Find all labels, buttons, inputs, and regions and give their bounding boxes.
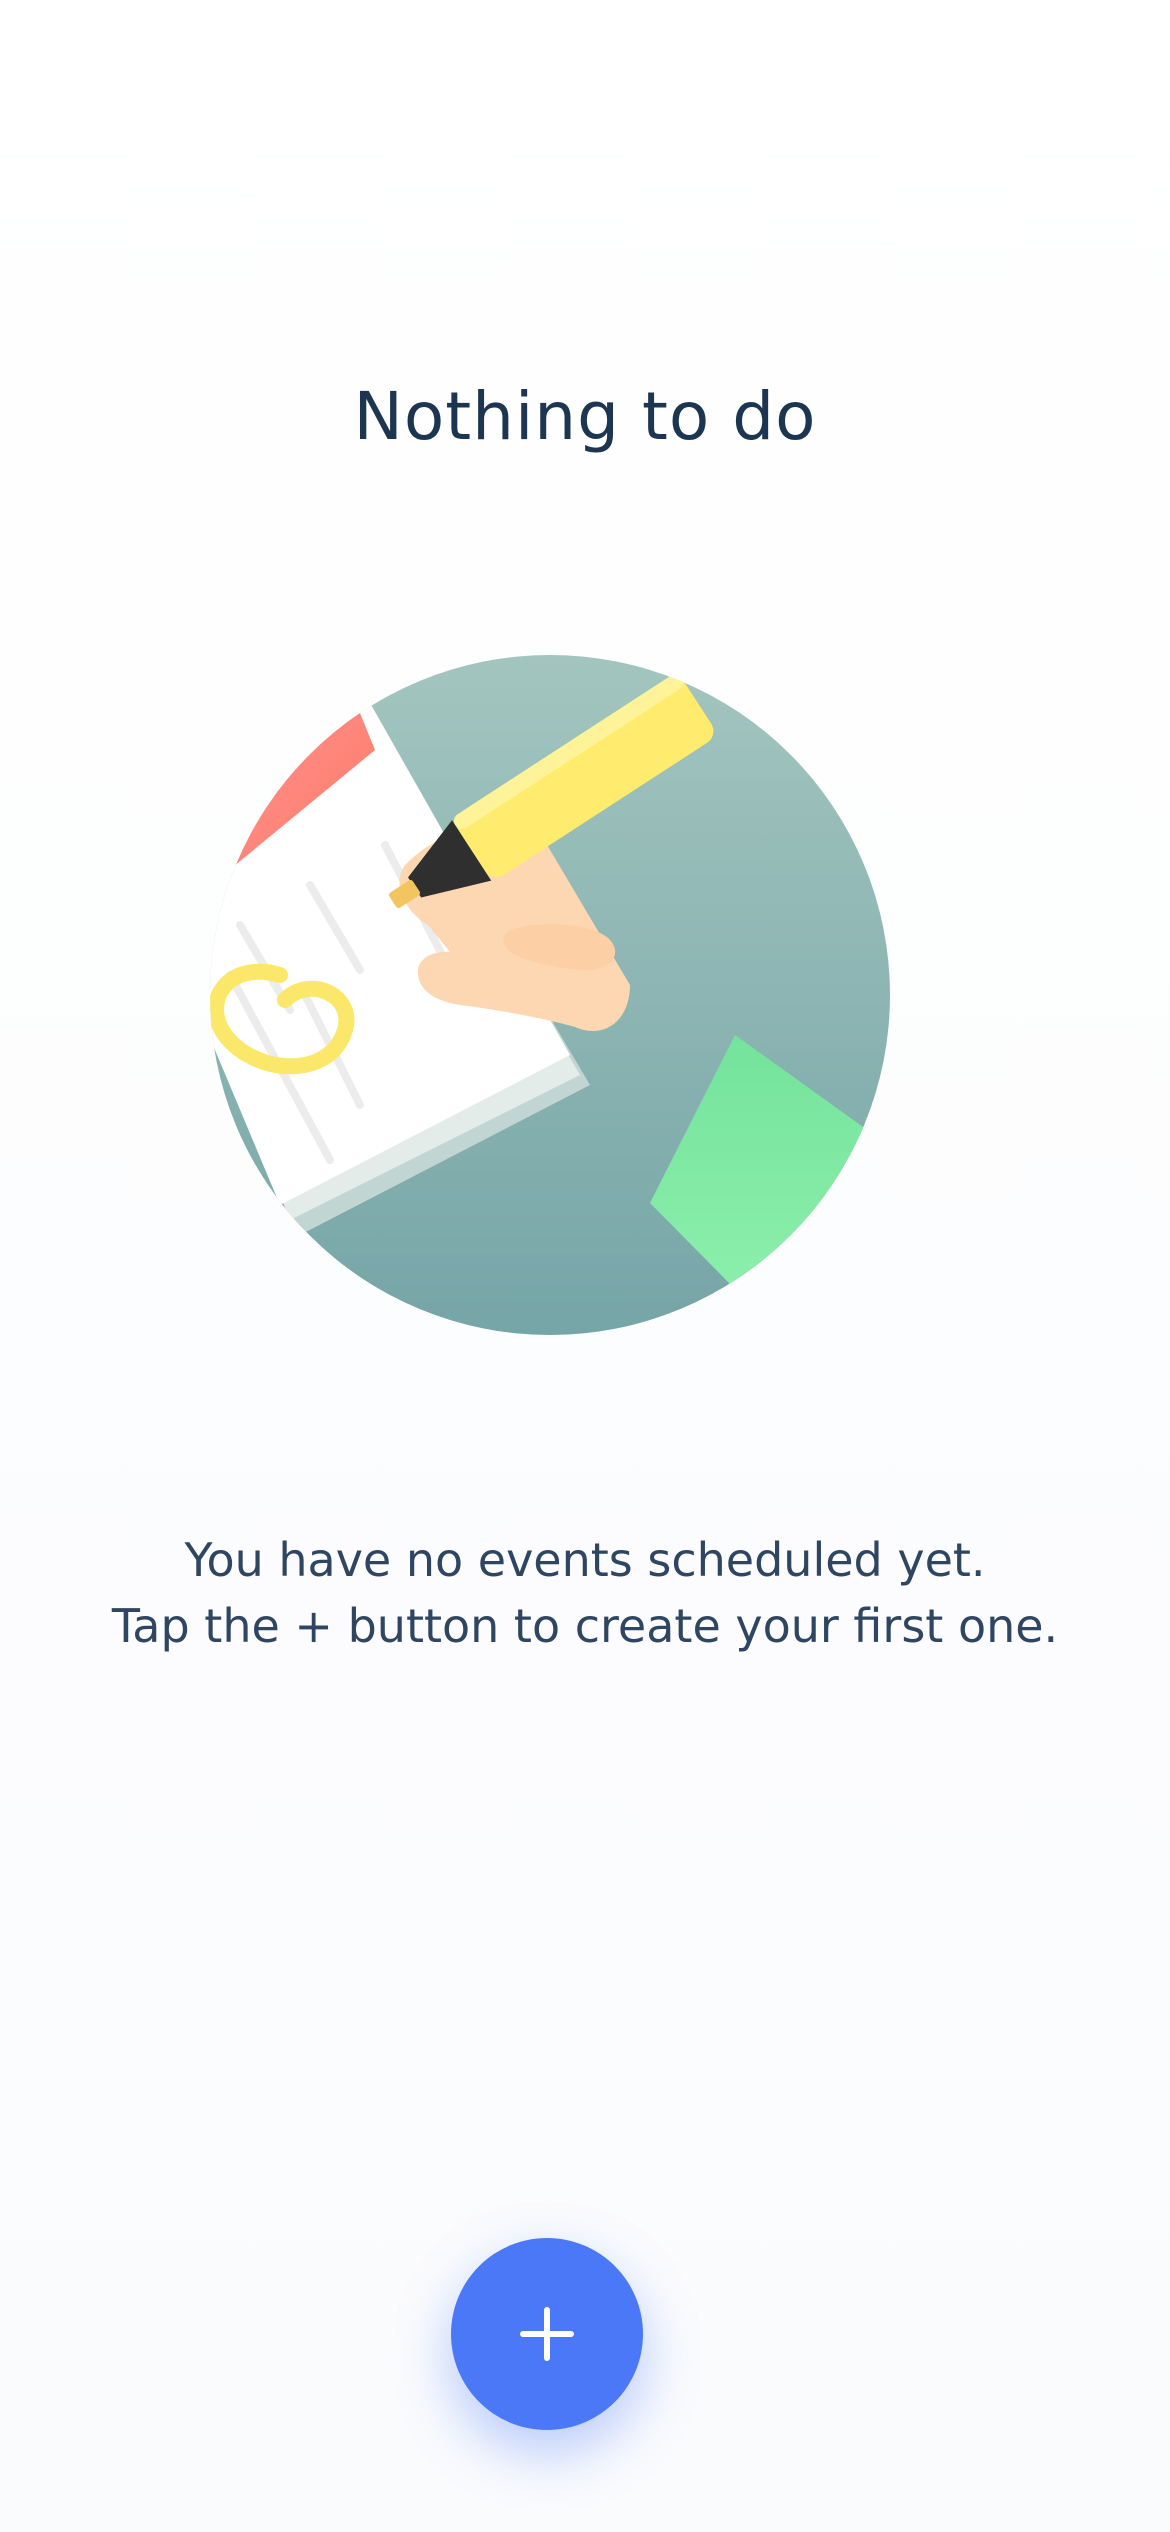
plus-icon xyxy=(520,2307,574,2361)
notepad-highlighter-illustration xyxy=(210,655,890,1335)
empty-events-screen: Nothing to do You have no events schedul… xyxy=(0,0,1170,2532)
message-line-2: Tap the + button to create your first on… xyxy=(111,1599,1059,1653)
add-event-button[interactable] xyxy=(451,2238,643,2430)
empty-state-message: You have no events scheduled yet. Tap th… xyxy=(0,1527,1170,1659)
empty-state-title: Nothing to do xyxy=(353,378,817,455)
message-line-1: You have no events scheduled yet. xyxy=(184,1533,986,1587)
